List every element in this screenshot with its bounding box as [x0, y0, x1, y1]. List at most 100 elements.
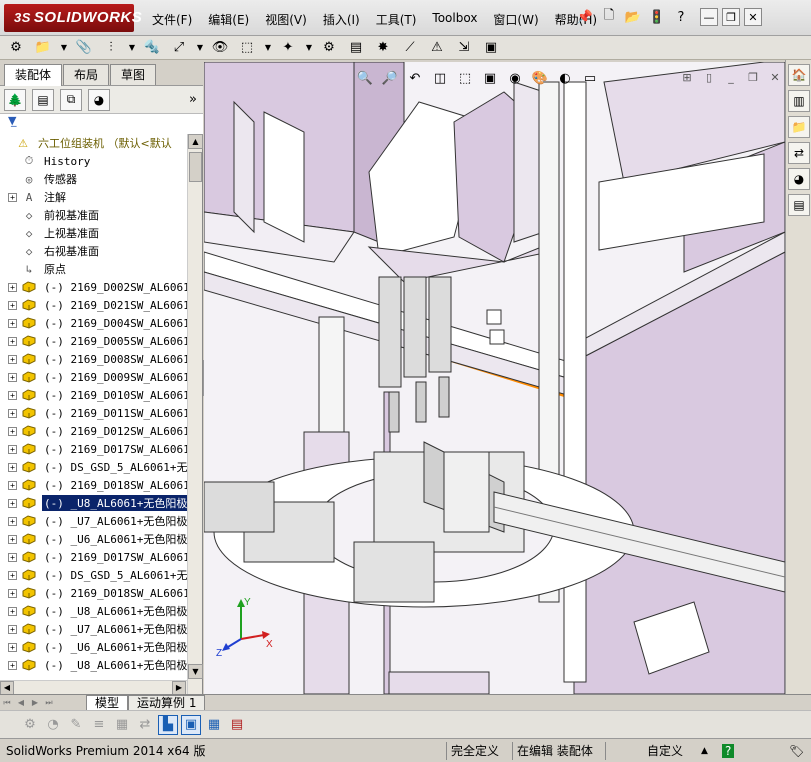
- expand-icon[interactable]: +: [8, 624, 17, 634]
- tree-item[interactable]: + A 注解: [0, 188, 187, 206]
- chevron-down-icon[interactable]: ▼: [60, 38, 68, 58]
- tree-component[interactable]: + (-) 2169_D017SW_AL6061+无: [0, 548, 187, 566]
- menu-insert[interactable]: 插入(I): [317, 9, 366, 30]
- restore-icon[interactable]: ❐: [722, 8, 740, 26]
- menu-tools[interactable]: 工具(T): [370, 9, 423, 30]
- apply-scene-icon[interactable]: ◐: [554, 68, 576, 88]
- rebuild-tag-icon[interactable]: 🏷: [785, 742, 808, 760]
- edit-component-icon[interactable]: ⚙: [6, 38, 26, 58]
- reference-geometry-icon[interactable]: ✦: [278, 38, 298, 58]
- chevron-down-icon[interactable]: ▼: [264, 38, 272, 58]
- tab-sketch[interactable]: 草图: [110, 64, 157, 85]
- tree-component[interactable]: + (-) 2169_D002SW_AL6061+无: [0, 278, 187, 296]
- explode-line-sketch-icon[interactable]: ⟋: [400, 38, 420, 58]
- bill-of-materials-icon[interactable]: ▤: [346, 38, 366, 58]
- tree-horizontal-scrollbar[interactable]: ◀ ▶: [0, 680, 187, 695]
- exploded-view-icon[interactable]: ✸: [373, 38, 393, 58]
- status-units[interactable]: 自定义: [643, 742, 687, 760]
- tree-component[interactable]: + (-) _U6_AL6061+无色阳极: [0, 638, 187, 656]
- tree-vertical-scrollbar[interactable]: ▲ ▼: [187, 134, 203, 754]
- tree-component[interactable]: + (-) 2169_D018SW_AL6061+无: [0, 476, 187, 494]
- tree-component[interactable]: + (-) _U8_AL6061+无色阳极: [0, 602, 187, 620]
- menu-edit[interactable]: 编辑(E): [202, 9, 255, 30]
- units-arrow-icon[interactable]: ▲: [697, 742, 712, 760]
- viewport-minimize-icon[interactable]: _: [723, 70, 739, 84]
- property-manager-icon[interactable]: ▤: [32, 88, 54, 111]
- grid-icon[interactable]: ▦: [204, 715, 224, 735]
- view-orientation-icon[interactable]: ⬚: [454, 68, 476, 88]
- insert-component-icon[interactable]: 📁: [33, 38, 53, 58]
- edit-appearance-icon[interactable]: 🎨: [529, 68, 551, 88]
- expand-icon[interactable]: +: [8, 642, 17, 652]
- tree-item[interactable]: ◇ 上视基准面: [0, 224, 187, 242]
- open-folder-icon[interactable]: 📂: [624, 7, 642, 27]
- expand-icon[interactable]: +: [8, 426, 17, 436]
- traffic-light-icon[interactable]: 🚦: [648, 7, 666, 27]
- close-icon[interactable]: ✕: [744, 8, 762, 26]
- assembly-features-icon[interactable]: ⬚: [237, 38, 257, 58]
- solidworks-logo[interactable]: 3S SOLIDWORKS: [4, 4, 142, 32]
- custom-properties-icon[interactable]: ▤: [788, 194, 810, 216]
- file-explorer-icon[interactable]: 📁: [788, 116, 810, 138]
- viewport-close-icon[interactable]: ✕: [767, 70, 783, 84]
- solidworks-resources-icon[interactable]: 🏠: [788, 64, 810, 86]
- zoom-to-area-icon[interactable]: 🔎: [379, 68, 401, 88]
- view-settings-icon[interactable]: ▭: [579, 68, 601, 88]
- interference-detection-icon[interactable]: ⚠: [427, 38, 447, 58]
- tree-item[interactable]: ◇ 右视基准面: [0, 242, 187, 260]
- viewport-menu-icon[interactable]: ▯: [701, 70, 717, 84]
- tree-component[interactable]: + (-) 2169_D009SW_AL6061+无: [0, 368, 187, 386]
- tree-component[interactable]: + (-) DS_GSD_5_AL6061+无色: [0, 566, 187, 584]
- mate-icon[interactable]: 📎: [74, 38, 94, 58]
- tab-model[interactable]: 模型: [86, 694, 129, 711]
- hide-show-items-icon[interactable]: ◉: [504, 68, 526, 88]
- display-style-icon[interactable]: ▣: [479, 68, 501, 88]
- table-icon[interactable]: ▦: [112, 715, 132, 735]
- viewport-restore-icon[interactable]: ❐: [745, 70, 761, 84]
- tree-component[interactable]: + (-) 2169_D018SW_AL6061+无: [0, 584, 187, 602]
- configuration-manager-icon[interactable]: ⧉: [60, 88, 82, 111]
- help-icon[interactable]: ?: [672, 7, 690, 27]
- expand-icon[interactable]: +: [8, 372, 17, 382]
- expand-icon[interactable]: +: [8, 588, 17, 598]
- tree-component[interactable]: + (-) _U8_AL6061+无色阳极: [0, 494, 187, 512]
- nav-first-icon[interactable]: ⏮: [0, 696, 14, 710]
- expand-icon[interactable]: +: [8, 660, 17, 670]
- expand-icon[interactable]: +: [8, 318, 17, 328]
- expand-icon[interactable]: +: [8, 282, 17, 292]
- expand-tabs-icon[interactable]: »: [189, 92, 197, 107]
- tree-component[interactable]: + (-) 2169_D021SW_AL6061+无: [0, 296, 187, 314]
- expand-icon[interactable]: +: [8, 390, 17, 400]
- show-hidden-icon[interactable]: 👁: [210, 38, 230, 58]
- expand-icon[interactable]: +: [8, 192, 17, 202]
- design-library-icon[interactable]: ▥: [788, 90, 810, 112]
- stop-icon[interactable]: ✎: [66, 715, 86, 735]
- tree-component[interactable]: + (-) _U6_AL6061+无色阳极: [0, 530, 187, 548]
- tree-component[interactable]: + (-) 2169_D012SW_AL6061+无: [0, 422, 187, 440]
- display-manager-icon[interactable]: ◕: [88, 88, 110, 111]
- view-palette-icon[interactable]: ⇄: [788, 142, 810, 164]
- menu-file[interactable]: 文件(F): [146, 9, 198, 30]
- tree-item[interactable]: ⏱ History: [0, 152, 187, 170]
- minimize-icon[interactable]: —: [700, 8, 718, 26]
- tree-component[interactable]: + (-) 2169_D004SW_AL6061+无: [0, 314, 187, 332]
- tab-layout[interactable]: 布局: [63, 64, 110, 85]
- tree-component[interactable]: + (-) _U8_AL6061+无色阳极: [0, 656, 187, 674]
- tree-component[interactable]: + (-) _U7_AL6061+无色阳极: [0, 620, 187, 638]
- tab-assembly[interactable]: 装配体: [4, 64, 63, 86]
- tab-motion-study[interactable]: 运动算例 1: [128, 694, 206, 711]
- expand-icon[interactable]: +: [8, 444, 17, 454]
- toggle-icon[interactable]: ⇄: [135, 715, 155, 735]
- tree-item[interactable]: ↳ 原点: [0, 260, 187, 278]
- box-3d-icon[interactable]: ▣: [181, 714, 201, 735]
- move-component-icon[interactable]: ⤢: [169, 38, 189, 58]
- expand-icon[interactable]: +: [8, 552, 17, 562]
- instant3d-icon[interactable]: ▣: [481, 38, 501, 58]
- expand-icon[interactable]: +: [8, 354, 17, 364]
- expand-icon[interactable]: +: [8, 516, 17, 526]
- clearance-verification-icon[interactable]: ⇲: [454, 38, 474, 58]
- tree-root-assembly[interactable]: ⚠ 六工位组装机 （默认<默认: [0, 134, 187, 152]
- appearances-icon[interactable]: ◕: [788, 168, 810, 190]
- tree-item[interactable]: ◇ 前视基准面: [0, 206, 187, 224]
- tree-component[interactable]: + (-) 2169_D010SW_AL6061+无: [0, 386, 187, 404]
